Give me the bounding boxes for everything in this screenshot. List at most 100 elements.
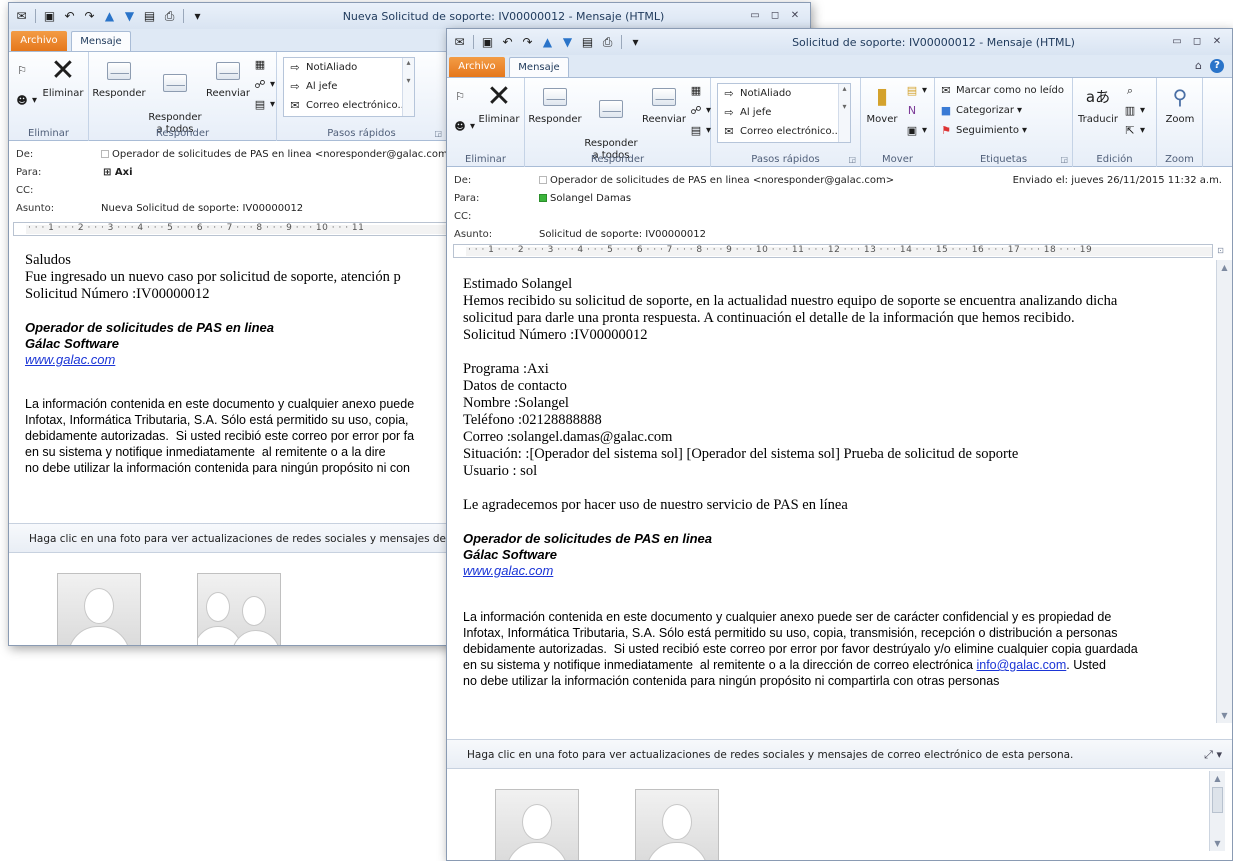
categorize-button[interactable]: ■ Categorizar ▾ [939, 104, 1022, 117]
people-pane-scrollbar[interactable]: ▲ ▼ [1209, 771, 1225, 851]
print-icon[interactable]: ⎙ [599, 34, 616, 50]
reply-button[interactable]: Responder [527, 82, 583, 140]
sender-photo[interactable] [495, 789, 579, 860]
group-zoom: ⚲ Zoom Zoom [1157, 78, 1203, 167]
zoom-button[interactable]: ⚲ Zoom [1157, 82, 1203, 140]
quick-step-al-jefe[interactable]: ⇨ Al jefe [718, 103, 850, 122]
select-icon[interactable]: ⇱ ▾ [1123, 124, 1145, 137]
recipient[interactable]: ⊞ Axi [103, 167, 133, 178]
previous-item-icon[interactable]: ▲ [101, 8, 118, 24]
window-title: Solicitud de soporte: IV00000012 - Mensa… [792, 35, 1075, 49]
minimize-button[interactable]: ▭ [1170, 35, 1184, 49]
next-item-icon[interactable]: ▼ [121, 8, 138, 24]
quick-step-notialiado[interactable]: ⇨ NotiAliado [718, 84, 850, 103]
quick-step-al-jefe[interactable]: ⇨ Al jefe [284, 77, 414, 96]
minimize-button[interactable]: ▭ [748, 9, 762, 23]
reply-button[interactable]: Responder [91, 56, 147, 114]
ignore-icon[interactable]: ⚐ [15, 64, 29, 77]
scroll-down-icon[interactable]: ▼ [1218, 709, 1231, 722]
gallery-scroll[interactable]: ▴ ▾ [402, 58, 414, 116]
tab-mensaje[interactable]: Mensaje [509, 57, 569, 78]
more-respond-icon[interactable]: ▤ ▾ [253, 98, 275, 111]
next-item-icon[interactable]: ▼ [559, 34, 576, 50]
tab-mensaje[interactable]: Mensaje [71, 31, 131, 52]
redo-icon[interactable]: ↷ [519, 34, 536, 50]
dialog-launcher-icon[interactable]: ◲ [848, 155, 856, 164]
title-bar[interactable]: ✉ ▣ ↶ ↷ ▲ ▼ ▤ ⎙ ▾ Nueva Solicitud de sop… [9, 3, 810, 29]
forward-button[interactable]: Reenviar [203, 56, 253, 114]
ruler[interactable]: · · · 1 · · · 2 · · · 3 · · · 4 · · · 5 … [13, 222, 453, 236]
close-button[interactable]: ✕ [788, 9, 802, 23]
actions-icon[interactable]: ▣ ▾ [905, 124, 927, 137]
ignore-icon[interactable]: ⚐ [453, 90, 467, 103]
recipient-photo[interactable] [635, 789, 719, 860]
tab-archivo[interactable]: Archivo [11, 31, 67, 51]
save-icon[interactable]: ▣ [41, 8, 58, 24]
more-respond-icon[interactable]: ▤ ▾ [689, 124, 711, 137]
meeting-reply-icon[interactable]: ▦ [253, 58, 267, 71]
undo-icon[interactable]: ↶ [61, 8, 78, 24]
front-message-window[interactable]: ✉ ▣ ↶ ↷ ▲ ▼ ▤ ⎙ ▾ Solicitud de soporte: … [446, 28, 1233, 861]
dialog-launcher-icon[interactable]: ◲ [434, 129, 442, 138]
move-button[interactable]: ▮ Mover [863, 82, 901, 140]
help-icon[interactable]: ? [1210, 59, 1224, 73]
quick-step-correo[interactable]: ✉ Correo electrónico... [284, 96, 414, 115]
im-reply-icon[interactable]: ☍ ▾ [689, 104, 711, 117]
delete-button[interactable]: ✕ Eliminar [475, 82, 523, 140]
print-preview-icon[interactable]: ▤ [141, 8, 158, 24]
scroll-up-icon[interactable]: ▲ [1218, 261, 1231, 274]
recipient[interactable]: Solangel Damas [539, 193, 631, 204]
junk-button[interactable]: ☻ ▾ [453, 120, 475, 133]
expand-group-icon[interactable]: ⊞ [103, 167, 115, 178]
save-icon[interactable]: ▣ [479, 34, 496, 50]
expand-people-pane-icon[interactable]: ⤢ ▾ [1204, 740, 1222, 770]
quick-step-correo[interactable]: ✉ Correo electrónico... [718, 122, 850, 141]
rules-icon[interactable]: ▤ ▾ [905, 84, 927, 97]
website-link[interactable]: www.galac.com [25, 352, 455, 368]
forward-button[interactable]: Reenviar [639, 82, 689, 140]
reply-all-button[interactable]: Responder a todos [147, 56, 203, 135]
people-pane-bar[interactable]: Haga clic en una foto para ver actualiza… [447, 739, 1232, 769]
minimize-ribbon-icon[interactable]: ⌂ [1195, 59, 1202, 73]
print-icon[interactable]: ⎙ [161, 8, 178, 24]
website-link[interactable]: www.galac.com [463, 563, 1215, 579]
translate-button[interactable]: aあ Traducir [1075, 82, 1121, 140]
scroll-thumb[interactable] [1212, 787, 1223, 813]
tab-archivo[interactable]: Archivo [449, 57, 505, 77]
previous-item-icon[interactable]: ▲ [539, 34, 556, 50]
ruler[interactable]: · · · 1 · · · 2 · · · 3 · · · 4 · · · 5 … [453, 244, 1213, 258]
onenote-icon[interactable]: N [905, 104, 919, 117]
mark-unread-button[interactable]: ✉ Marcar como no leído [939, 84, 1064, 97]
gallery-scroll[interactable]: ▴ ▾ [838, 84, 850, 142]
group-photo[interactable] [197, 573, 281, 645]
quick-step-notialiado[interactable]: ⇨ NotiAliado [284, 58, 414, 77]
delete-button[interactable]: ✕ Eliminar [39, 56, 87, 114]
related-icon[interactable]: ▥ ▾ [1123, 104, 1145, 117]
print-preview-icon[interactable]: ▤ [579, 34, 596, 50]
close-button[interactable]: ✕ [1210, 35, 1224, 49]
sender-photo[interactable] [57, 573, 141, 645]
scroll-up-icon[interactable]: ▲ [1211, 772, 1224, 785]
title-bar[interactable]: ✉ ▣ ↶ ↷ ▲ ▼ ▤ ⎙ ▾ Solicitud de soporte: … [447, 29, 1232, 55]
quick-steps-gallery[interactable]: ⇨ NotiAliado ⇨ Al jefe ✉ Correo electrónico… [717, 83, 851, 143]
maximize-button[interactable]: ◻ [1190, 35, 1204, 49]
email-link[interactable]: info@galac.com [976, 658, 1066, 672]
junk-button[interactable]: ☻ ▾ [15, 94, 37, 107]
customize-toolbar-icon[interactable]: ▾ [189, 8, 206, 24]
redo-icon[interactable]: ↷ [81, 8, 98, 24]
body-scrollbar[interactable]: ▲ ▼ [1216, 260, 1232, 723]
quick-steps-gallery[interactable]: ⇨ NotiAliado ⇨ Al jefe ✉ Correo electrónico… [283, 57, 415, 117]
sender[interactable]: Operador de solicitudes de PAS en linea … [539, 175, 894, 186]
follow-up-button[interactable]: ⚑ Seguimiento ▾ [939, 124, 1027, 137]
reply-all-button[interactable]: Responder a todos [583, 82, 639, 161]
dialog-launcher-icon[interactable]: ◲ [1060, 155, 1068, 164]
meeting-reply-icon[interactable]: ▦ [689, 84, 703, 97]
customize-toolbar-icon[interactable]: ▾ [627, 34, 644, 50]
im-reply-icon[interactable]: ☍ ▾ [253, 78, 275, 91]
undo-icon[interactable]: ↶ [499, 34, 516, 50]
scroll-down-icon[interactable]: ▼ [1211, 837, 1224, 850]
sender[interactable]: Operador de solicitudes de PAS en linea … [101, 149, 456, 160]
maximize-button[interactable]: ◻ [768, 9, 782, 23]
view-ruler-icon[interactable]: ⊡ [1214, 244, 1227, 257]
find-icon[interactable]: ⌕ [1123, 84, 1137, 97]
